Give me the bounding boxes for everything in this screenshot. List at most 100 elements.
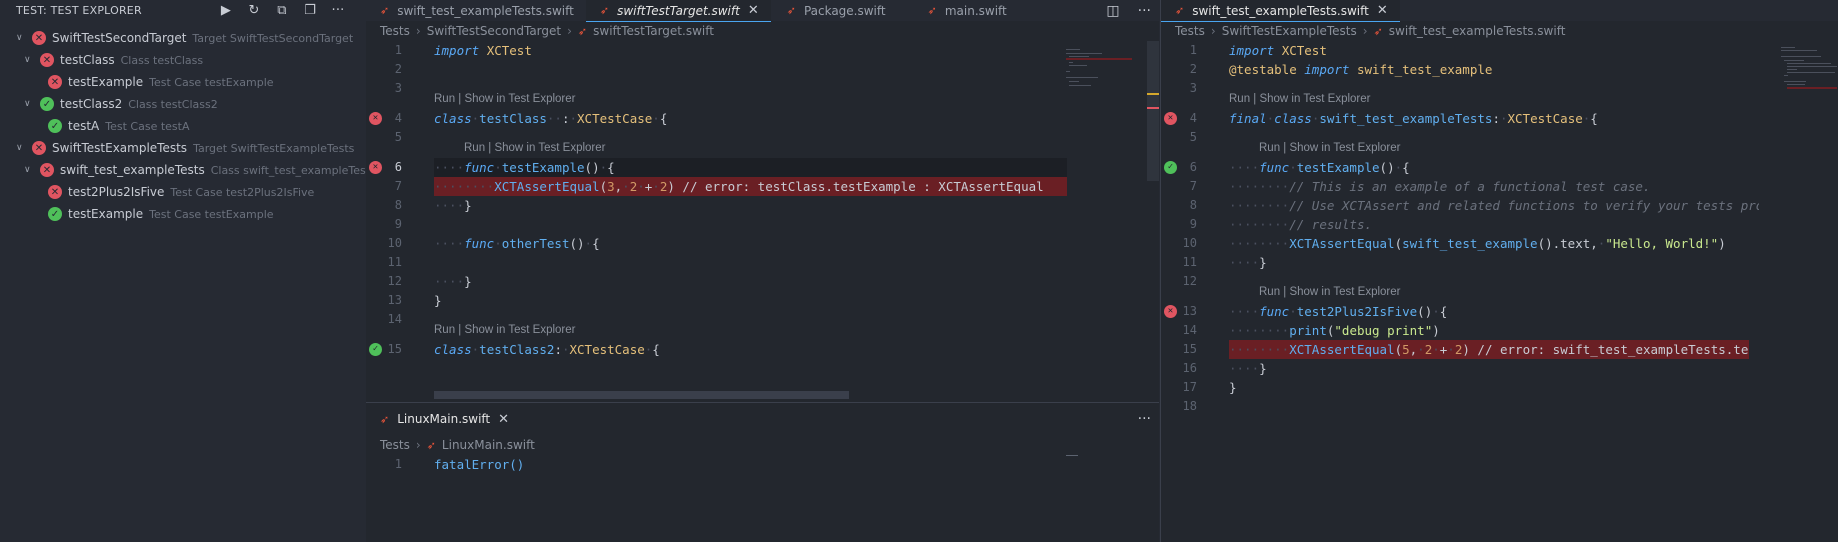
codelens-run[interactable]: Run | Show in Test Explorer [434, 93, 575, 105]
tree-item-test[interactable]: ✕ testExample Test Case testExample [0, 71, 366, 93]
line-number: 2 [1189, 62, 1197, 76]
breadcrumb-item[interactable]: Tests [1175, 24, 1205, 38]
tree-item-label: testA [68, 119, 100, 133]
code-line: ····} [434, 198, 472, 213]
breadcrumb-item[interactable]: swiftTestTarget.swift [593, 24, 714, 38]
tree-item-test[interactable]: ✓ testA Test Case testA [0, 115, 366, 137]
line-number: 6 [1189, 160, 1197, 174]
breadcrumb-item[interactable]: LinuxMain.swift [442, 438, 535, 452]
tab-linuxmain[interactable]: ➶ LinuxMain.swift ✕ [366, 403, 522, 435]
tree-item-test[interactable]: ✕ test2Plus2IsFive Test Case test2Plus2I… [0, 181, 366, 203]
more-icon[interactable]: ··· [324, 3, 352, 18]
tab-label: Package.swift [803, 3, 886, 18]
refresh-icon[interactable]: ↻ [240, 3, 268, 18]
line-number: 7 [394, 179, 402, 193]
tree-item-test[interactable]: ✓ testExample Test Case testExample [0, 203, 366, 225]
tab-swift-test-exampletests[interactable]: ➶ swift_test_exampleTests.swift [366, 0, 586, 21]
tree-item-label: test2Plus2IsFive [68, 185, 165, 199]
tree-item-label: testClass [60, 53, 115, 67]
codelens-run[interactable]: Run | Show in Test Explorer [1259, 142, 1400, 154]
code-editor[interactable]: 1 fatalError() [366, 455, 1159, 535]
tab-swift-test-exampletests-right[interactable]: ➶ swift_test_exampleTests.swift ✕ [1161, 0, 1400, 22]
chevron-down-icon[interactable]: ∨ [24, 99, 34, 109]
code-line: fatalError() [434, 457, 525, 472]
code-line: class·testClass2:·XCTestCase·{ [434, 342, 660, 357]
tree-item-label: testClass2 [60, 97, 123, 111]
code-editor[interactable]: 1 import XCTest 2 @testable import swift_t… [1161, 41, 1838, 441]
clear-icon[interactable]: ❐ [296, 3, 324, 18]
tree-item-class[interactable]: ∨ ✕ testClass Class testClass [0, 49, 366, 71]
codelens-run[interactable]: Run | Show in Test Explorer [434, 324, 575, 336]
tab-label: main.swift [944, 3, 1007, 18]
test-explorer-title: TEST: TEST EXPLORER [16, 3, 142, 17]
tree-item-label: testExample [68, 75, 144, 89]
horizontal-scrollbar[interactable] [434, 391, 849, 399]
tree-item-desc: Target SwiftTestExampleTests [193, 141, 355, 155]
tree-item-target[interactable]: ∨ ✕ SwiftTestExampleTests Target SwiftTe… [0, 137, 366, 159]
breadcrumb-item[interactable]: SwiftTestSecondTarget [427, 24, 561, 38]
editor-group-right: ➶ swift_test_exampleTests.swift ✕ Tests … [1160, 0, 1838, 542]
tab-bar: ➶ swift_test_exampleTests.swift ✕ [1161, 0, 1838, 22]
fail-icon: ✕ [48, 185, 62, 199]
test-tree: ∨ ✕ SwiftTestSecondTarget Target SwiftTe… [0, 27, 376, 225]
swift-icon: ➶ [786, 4, 796, 17]
codelens-run[interactable]: Run | Show in Test Explorer [1259, 286, 1400, 298]
breadcrumb-item[interactable]: Tests [380, 438, 410, 452]
breadcrumb-item[interactable]: Tests [380, 24, 410, 38]
code-line: class·testClass··:·XCTestCase·{ [434, 111, 668, 126]
tab-label: swift_test_exampleTests.swift [397, 3, 574, 18]
test-explorer-header: TEST: TEST EXPLORER ▶ ↻ ⧉ ❐ ··· [0, 0, 366, 20]
tree-item-target[interactable]: ∨ ✕ SwiftTestSecondTarget Target SwiftTe… [0, 27, 366, 49]
swift-icon: ➶ [380, 4, 390, 17]
breadcrumb-item[interactable]: swift_test_exampleTests.swift [1389, 24, 1566, 38]
more-icon[interactable]: ··· [1138, 3, 1151, 19]
code-editor[interactable]: 1 import XCTest 2 3 Run | Show in Test Ex… [366, 41, 1159, 402]
code-line: ····func·testExample()·{ [1229, 160, 1410, 175]
tree-item-desc: Test Case testExample [149, 75, 274, 89]
minimap[interactable] [1781, 41, 1838, 121]
editor-group-left: ➶ swift_test_exampleTests.swift ➶ swiftT… [366, 0, 1159, 402]
tree-item-label: testExample [68, 207, 144, 221]
editor-actions: ··· [1138, 403, 1151, 435]
line-number: 15 [387, 342, 402, 356]
chevron-down-icon[interactable]: ∨ [24, 165, 34, 175]
code-line: ····func·otherTest()·{ [434, 236, 600, 251]
tree-item-desc: Test Case test2Plus2IsFive [170, 185, 315, 199]
breadcrumb: Tests › SwiftTestExampleTests › ➶ swift_… [1161, 21, 1838, 41]
swift-icon: ➶ [1373, 24, 1383, 38]
play-icon[interactable]: ▶ [212, 3, 240, 18]
tab-package[interactable]: ➶ Package.swift [771, 0, 898, 21]
tab-label: LinuxMain.swift [397, 412, 491, 426]
vertical-scrollbar[interactable] [1147, 41, 1159, 181]
line-number: 8 [1189, 198, 1197, 212]
split-editor-icon[interactable]: ◫ [1106, 3, 1119, 19]
codelens-run[interactable]: Run | Show in Test Explorer [1229, 93, 1370, 105]
tree-item-class[interactable]: ∨ ✕ swift_test_exampleTests Class swift_… [0, 159, 376, 181]
minimap[interactable] [1066, 41, 1132, 141]
more-icon[interactable]: ··· [1138, 411, 1151, 427]
line-number: 12 [387, 274, 402, 288]
chevron-down-icon[interactable]: ∨ [16, 33, 26, 43]
line-number: 3 [1189, 81, 1197, 95]
chevron-down-icon[interactable]: ∨ [24, 55, 34, 65]
tab-swifttesttarget[interactable]: ➶ swiftTestTarget.swift ✕ [585, 0, 771, 22]
chevron-down-icon[interactable]: ∨ [16, 143, 26, 153]
line-number: 10 [387, 236, 402, 250]
code-line: } [1229, 380, 1237, 395]
tree-item-class[interactable]: ∨ ✓ testClass2 Class testClass2 [0, 93, 366, 115]
tree-item-desc: Test Case testA [105, 119, 190, 133]
codelens-run[interactable]: Run | Show in Test Explorer [464, 142, 605, 154]
close-icon[interactable]: ✕ [748, 3, 759, 18]
editor-actions: ◫ ··· [1106, 0, 1151, 21]
breadcrumb-item[interactable]: SwiftTestExampleTests [1222, 24, 1357, 38]
line-number: 4 [394, 111, 402, 125]
tab-main[interactable]: ➶ main.swift [898, 0, 1019, 21]
code-line: ····} [1229, 361, 1267, 376]
line-number: 1 [394, 457, 402, 471]
close-icon[interactable]: ✕ [1377, 3, 1388, 18]
tab-bar: ➶ swift_test_exampleTests.swift ➶ swiftT… [366, 0, 1159, 22]
close-icon[interactable]: ✕ [498, 412, 509, 427]
line-number: 6 [394, 160, 402, 174]
collapse-all-icon[interactable]: ⧉ [268, 3, 296, 18]
minimap[interactable] [1066, 455, 1078, 456]
